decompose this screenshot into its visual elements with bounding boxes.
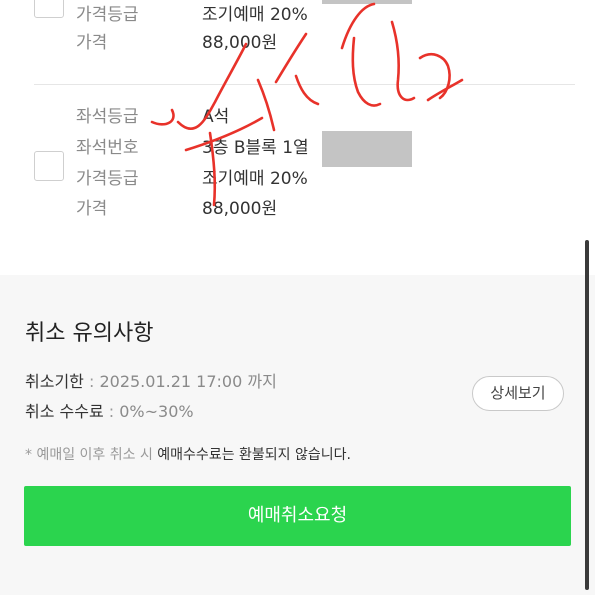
refund-notice: * 예매일 이후 취소 시 예매수수료는 환불되지 않습니다. bbox=[25, 443, 351, 467]
row-value: 88,000원 bbox=[202, 199, 278, 219]
cancel-fee: 취소 수수료 : 0%~30% bbox=[25, 400, 194, 424]
ticket-row: 좌석번호 3층 B블록 1열 bbox=[0, 133, 595, 163]
row-value: A석 bbox=[202, 107, 230, 127]
cancel-deadline-value: 2025.01.21 17:00 까지 bbox=[99, 372, 277, 391]
cancel-request-button[interactable]: 예매취소요청 bbox=[24, 486, 571, 546]
separator: : bbox=[103, 402, 120, 421]
cancel-deadline: 취소기한 : 2025.01.21 17:00 까지 bbox=[25, 370, 277, 394]
row-value: 3층 B블록 1열 bbox=[202, 138, 309, 158]
row-label: 좌석번호 bbox=[76, 138, 139, 158]
ticket-row: 가격등급 조기예매 20% bbox=[0, 164, 595, 194]
row-value: 조기예매 20% bbox=[202, 5, 308, 25]
notice-prefix: * 예매일 이후 취소 시 bbox=[25, 447, 158, 463]
ticket-row: 가격 88,000원 bbox=[0, 194, 595, 224]
ticket-row: 가격 88,000원 bbox=[0, 28, 595, 58]
row-label: 가격 bbox=[76, 33, 108, 53]
scrollbar[interactable] bbox=[585, 240, 589, 590]
cancel-notice-panel: 취소 유의사항 취소기한 : 2025.01.21 17:00 까지 취소 수수… bbox=[0, 275, 595, 595]
cancel-notice-title: 취소 유의사항 bbox=[25, 321, 154, 346]
ticket-row: 좌석등급 A석 bbox=[0, 102, 595, 132]
row-value: 88,000원 bbox=[202, 33, 278, 53]
cancel-fee-value: 0%~30% bbox=[119, 402, 194, 421]
row-label: 가격 bbox=[76, 199, 108, 219]
row-label: 좌석등급 bbox=[76, 107, 139, 127]
notice-highlight: 예매수수료는 환불되지 않습니다. bbox=[157, 447, 351, 463]
ticket-row: 가격등급 조기예매 20% bbox=[0, 0, 595, 30]
redaction-block bbox=[322, 131, 412, 167]
cancel-deadline-label: 취소기한 bbox=[25, 372, 84, 391]
cancel-fee-label: 취소 수수료 bbox=[25, 402, 104, 421]
row-value: 조기예매 20% bbox=[202, 169, 308, 189]
ticket-divider bbox=[34, 84, 575, 85]
separator: : bbox=[83, 372, 100, 391]
ticket-list: 가격등급 조기예매 20% 가격 88,000원 좌석등급 A석 좌석번호 3층… bbox=[0, 0, 595, 275]
row-label: 가격등급 bbox=[76, 5, 139, 25]
row-label: 가격등급 bbox=[76, 169, 139, 189]
detail-view-button[interactable]: 상세보기 bbox=[472, 376, 564, 411]
